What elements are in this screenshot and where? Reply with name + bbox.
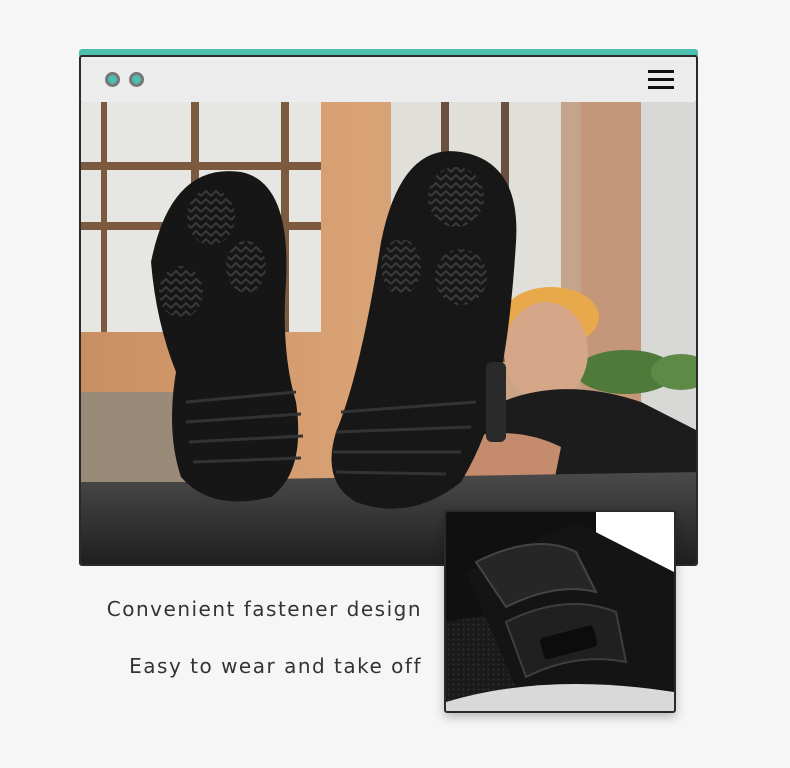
window-dot-icon — [129, 72, 144, 87]
feature-caption: Convenient fastener design — [106, 597, 422, 621]
feature-caption: Easy to wear and take off — [129, 654, 422, 678]
window-dot-icon — [105, 72, 120, 87]
buckle-image — [446, 512, 674, 711]
hamburger-menu-icon[interactable] — [648, 69, 674, 89]
buckle-closeup-photo — [444, 510, 676, 713]
browser-window-bar — [79, 55, 698, 104]
product-photo — [79, 102, 698, 566]
sandal-soles-image — [81, 102, 696, 564]
